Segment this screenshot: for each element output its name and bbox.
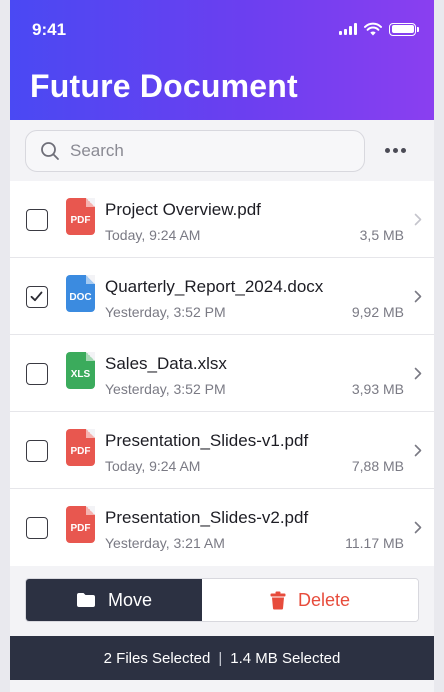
- search-icon: [41, 142, 59, 160]
- search-bar[interactable]: [25, 130, 365, 172]
- file-type-label: DOC: [69, 292, 92, 303]
- doc-file-icon: DOC: [66, 275, 95, 312]
- signal-icon: [339, 23, 357, 35]
- file-size: 3,93 MB: [351, 381, 404, 397]
- battery-icon: [389, 22, 419, 36]
- file-size: 9,92 MB: [351, 304, 404, 320]
- file-list: PDF Project Overview.pdf Today, 9:24 AM …: [10, 181, 434, 566]
- file-date: Yesterday, 3:21 AM: [105, 535, 225, 551]
- pdf-file-icon: PDF: [66, 198, 95, 235]
- pdf-file-icon: PDF: [66, 429, 95, 466]
- chevron-right-icon: [414, 367, 422, 380]
- search-input[interactable]: [70, 141, 340, 161]
- move-label: Move: [107, 589, 152, 610]
- file-row[interactable]: XLS Sales_Data.xlsx Yesterday, 3:52 PM 3…: [10, 335, 434, 412]
- file-size: 3,5 MB: [359, 227, 404, 243]
- checkmark-icon: [30, 291, 43, 302]
- file-checkbox[interactable]: [26, 363, 48, 385]
- folder-icon: [76, 593, 95, 607]
- file-type-label: PDF: [70, 215, 91, 226]
- file-checkbox-checked[interactable]: [26, 286, 48, 308]
- wifi-icon: [364, 22, 382, 36]
- pdf-file-icon: PDF: [66, 506, 95, 543]
- file-row[interactable]: PDF Presentation_Slides-v2.pdf Yesterday…: [10, 489, 434, 566]
- delete-button[interactable]: Delete: [202, 579, 418, 621]
- file-row[interactable]: PDF Presentation_Slides-v1.pdf Today, 9:…: [10, 412, 434, 489]
- more-icon-dot: [400, 147, 406, 153]
- file-type-label: XLS: [70, 369, 91, 380]
- file-type-label: PDF: [70, 523, 91, 534]
- more-options-button[interactable]: [382, 140, 408, 160]
- delete-label: Delete: [297, 589, 351, 610]
- chevron-right-icon: [414, 444, 422, 457]
- file-name: Quarterly_Report_2024.docx: [105, 277, 324, 296]
- chevron-right-icon: [414, 290, 422, 303]
- move-button[interactable]: Move: [26, 579, 202, 621]
- selection-footer: 2 Files Selected | 1.4 MB Selected: [10, 636, 434, 680]
- file-checkbox[interactable]: [26, 517, 48, 539]
- chevron-right-icon: [414, 521, 422, 534]
- files-selected-count: 2 Files Selected: [103, 649, 211, 667]
- file-row[interactable]: DOC Quarterly_Report_2024.docx Yesterday…: [10, 258, 434, 335]
- more-icon-dot: [392, 147, 398, 153]
- file-date: Today, 9:24 AM: [105, 458, 201, 474]
- file-name: Presentation_Slides-v2.pdf: [105, 508, 309, 527]
- file-row[interactable]: PDF Project Overview.pdf Today, 9:24 AM …: [10, 181, 434, 258]
- file-name: Sales_Data.xlsx: [105, 354, 227, 373]
- file-type-label: PDF: [70, 446, 91, 457]
- status-icons: [339, 20, 419, 38]
- file-checkbox[interactable]: [26, 209, 48, 231]
- more-icon-dot: [384, 147, 390, 153]
- file-name: Project Overview.pdf: [105, 200, 261, 219]
- file-name: Presentation_Slides-v1.pdf: [105, 431, 309, 450]
- phone-screen: 9:41 Future Document PDF Pr: [10, 0, 434, 692]
- trash-icon: [270, 591, 286, 609]
- size-selected: 1.4 MB Selected: [230, 649, 341, 667]
- file-date: Today, 9:24 AM: [105, 227, 201, 243]
- page-title: Future Document: [30, 68, 298, 104]
- footer-separator: |: [218, 649, 223, 667]
- app-header: 9:41 Future Document: [10, 0, 434, 120]
- file-size: 11.17 MB: [345, 535, 404, 551]
- file-date: Yesterday, 3:52 PM: [105, 304, 226, 320]
- status-time: 9:41: [32, 20, 67, 39]
- file-size: 7,88 MB: [351, 458, 404, 474]
- action-bar: Move Delete: [25, 578, 419, 622]
- chevron-right-icon: [414, 213, 422, 226]
- xls-file-icon: XLS: [66, 352, 95, 389]
- file-checkbox[interactable]: [26, 440, 48, 462]
- file-date: Yesterday, 3:52 PM: [105, 381, 226, 397]
